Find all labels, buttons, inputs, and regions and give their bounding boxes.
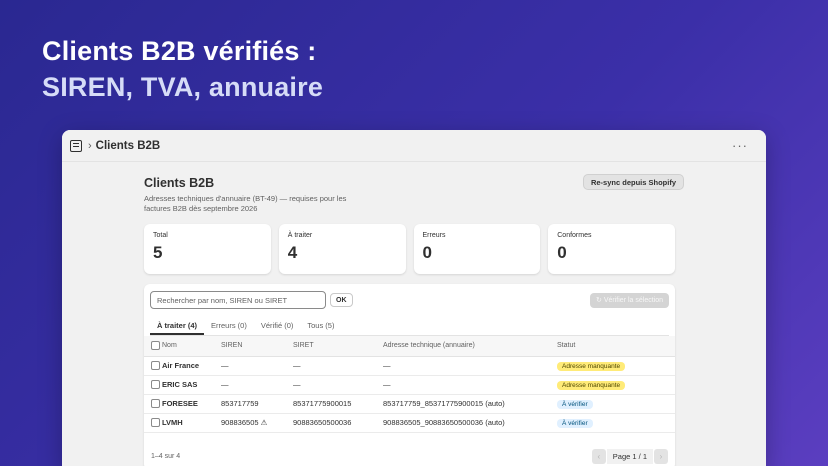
app-window: › Clients B2B ··· Clients B2B Adresses t… <box>62 130 766 466</box>
table-row[interactable]: FORESEE 853717759 85371775900015 8537177… <box>144 394 675 414</box>
cell-statut: À vérifier <box>557 413 675 433</box>
row-checkbox[interactable] <box>151 399 160 409</box>
stat-label: Erreurs <box>422 232 446 239</box>
app-icon <box>70 139 82 152</box>
cell-siren: — <box>221 375 293 395</box>
status-badge: Adresse manquante <box>557 361 626 371</box>
page-indicator: Page 1 / 1 <box>606 448 653 464</box>
tab-tous[interactable]: Tous (5) <box>300 316 341 335</box>
tab-verifie[interactable]: Vérifié (0) <box>254 316 301 335</box>
search-input[interactable] <box>150 291 326 309</box>
hero-title: Clients B2B vérifiés : <box>42 36 317 66</box>
previous-page-button[interactable]: ‹ <box>591 448 606 464</box>
stats-row: Total 5 À traiter 4 Erreurs 0 Conformes … <box>144 224 675 274</box>
column-header-siren: SIREN <box>221 336 293 357</box>
row-count: 1–4 sur 4 <box>151 452 181 460</box>
row-checkbox[interactable] <box>151 418 160 428</box>
cell-siret: — <box>293 356 383 376</box>
next-page-button[interactable]: › <box>654 448 668 464</box>
cell-nom: LVMH <box>162 413 221 433</box>
cell-siren: 908836505 ⚠ <box>221 413 293 433</box>
table-header-row: Nom SIREN SIRET Adresse technique (annua… <box>144 336 675 357</box>
window-titlebar: › Clients B2B ··· <box>62 130 766 162</box>
clients-table-card: OK ↻ Vérifier la sélection À traiter (4)… <box>144 284 675 466</box>
stat-card-conformes: Conformes 0 <box>548 224 675 274</box>
column-header-statut: Statut <box>557 336 675 357</box>
table-footer: 1–4 sur 4 ‹ Page 1 / 1 › <box>151 448 668 464</box>
chevron-right-icon: › <box>88 139 92 152</box>
stat-card-a-traiter: À traiter 4 <box>278 224 406 274</box>
cell-adresse: 853717759_85371775900015 (auto) <box>383 394 557 414</box>
cell-adresse: — <box>383 356 557 376</box>
row-select-cell <box>144 413 162 433</box>
row-checkbox[interactable] <box>151 380 160 390</box>
stat-label: Conformes <box>557 232 592 239</box>
clients-table: Nom SIREN SIRET Adresse technique (annua… <box>144 336 675 433</box>
cell-siren: 853717759 <box>221 394 293 414</box>
status-badge: À vérifier <box>557 399 593 409</box>
tab-erreurs[interactable]: Erreurs (0) <box>204 316 254 335</box>
status-badge: À vérifier <box>557 418 593 428</box>
cell-statut: Adresse manquante <box>557 375 675 395</box>
verify-selection-button[interactable]: ↻ Vérifier la sélection <box>590 292 669 308</box>
tab-a-traiter[interactable]: À traiter (4) <box>150 316 205 335</box>
search-ok-button[interactable]: OK <box>330 293 353 307</box>
filter-tabs: À traiter (4) Erreurs (0) Vérifié (0) To… <box>150 316 669 336</box>
cell-nom: FORESEE <box>162 394 221 414</box>
table-row[interactable]: Air France — — — Adresse manquante <box>144 356 675 376</box>
cell-siret: — <box>293 375 383 395</box>
cell-siret: 85371775900015 <box>293 394 383 414</box>
page-subtitle: Adresses techniques d'annuaire (BT-49) —… <box>144 194 347 213</box>
pagination: ‹ Page 1 / 1 › <box>591 448 668 464</box>
resync-shopify-button[interactable]: Re-sync depuis Shopify <box>582 174 684 190</box>
column-header-adresse: Adresse technique (annuaire) <box>383 336 557 357</box>
cell-nom: ERIC SAS <box>162 375 221 395</box>
hero-subtitle: SIREN, TVA, annuaire <box>42 72 324 102</box>
table-row[interactable]: LVMH 908836505 ⚠ 90883650500036 90883650… <box>144 413 675 433</box>
stat-value: 5 <box>153 243 163 262</box>
row-checkbox[interactable] <box>151 361 160 371</box>
cell-adresse: 908836505_90883650500036 (auto) <box>383 413 557 433</box>
stat-value: 0 <box>422 243 432 262</box>
table-toolbar: OK ↻ Vérifier la sélection <box>150 290 669 310</box>
more-actions-button[interactable]: ··· <box>732 138 748 153</box>
row-select-cell <box>144 375 162 395</box>
stat-card-erreurs: Erreurs 0 <box>413 224 541 274</box>
cell-siret: 90883650500036 <box>293 413 383 433</box>
cell-nom: Air France <box>162 356 221 376</box>
hero-heading: Clients B2B vérifiés : SIREN, TVA, annua… <box>42 34 323 104</box>
cell-statut: Adresse manquante <box>557 356 675 376</box>
status-badge: Adresse manquante <box>557 380 626 390</box>
column-header-siret: SIRET <box>293 336 383 357</box>
window-title: Clients B2B <box>95 139 161 152</box>
row-select-cell <box>144 394 162 414</box>
column-header-nom: Nom <box>162 336 221 357</box>
stat-card-total: Total 5 <box>144 224 271 274</box>
select-all-cell <box>144 336 162 357</box>
stat-value: 4 <box>287 243 298 262</box>
cell-adresse: — <box>383 375 557 395</box>
stat-value: 0 <box>557 243 567 262</box>
cell-statut: À vérifier <box>557 394 675 414</box>
stat-label: À traiter <box>287 232 313 239</box>
page-header: Clients B2B Adresses techniques d'annuai… <box>144 174 684 214</box>
row-select-cell <box>144 356 162 376</box>
table-row[interactable]: ERIC SAS — — — Adresse manquante <box>144 375 675 395</box>
select-all-checkbox[interactable] <box>151 341 160 351</box>
cell-siren: — <box>221 356 293 376</box>
stat-label: Total <box>153 232 168 239</box>
